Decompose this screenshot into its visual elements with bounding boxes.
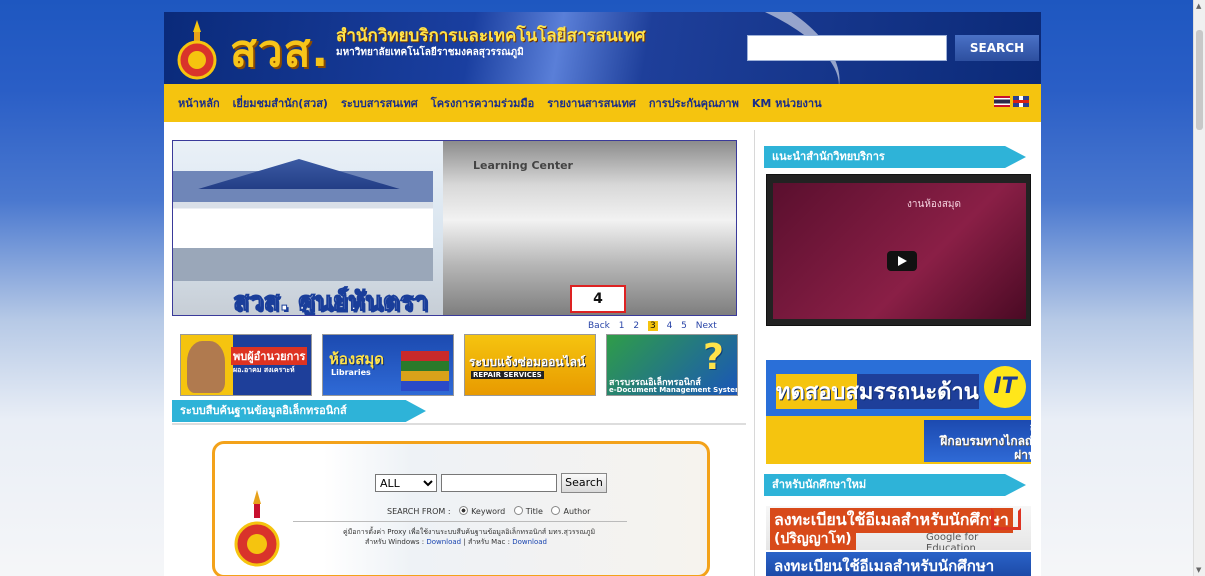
tile-director-title: พบผู้อำนวยการ xyxy=(231,347,308,365)
opac-divider xyxy=(293,521,627,522)
download-separator: | xyxy=(463,538,466,546)
banner-learning-center-label: Learning Center xyxy=(473,159,573,172)
scroll-thumb[interactable] xyxy=(1196,30,1203,130)
main-content: Learning Center สวส. ศูนย์หันตรา 4 Back … xyxy=(164,122,1041,576)
pager-back[interactable]: Back xyxy=(588,321,610,331)
nav-item-quality-assurance[interactable]: การประกันคุณภาพ xyxy=(649,94,739,112)
uk-flag-icon[interactable] xyxy=(1013,96,1029,107)
it-banner-details: ลงทะเบียน ฝึกอบรมทางไกลถ่ายทอดสด ผ่านเคร… xyxy=(924,420,1031,462)
gmail-icon xyxy=(991,508,1021,530)
email-student-title: ลงทะเบียนใช้อีเมลสำหรับนักศึกษา xyxy=(774,557,995,575)
nav-item-visit[interactable]: เยี่ยมชมสำนัก(สวส) xyxy=(233,94,328,112)
banner-pager: Back 1 2 3 4 5 Next xyxy=(588,321,723,331)
nav-item-cooperation[interactable]: โครงการความร่วมมือ xyxy=(431,94,534,112)
pager-page-5[interactable]: 5 xyxy=(681,321,687,331)
tile-director-subtitle: ผอ.อาคม สงเคราะห์ xyxy=(233,366,295,374)
download-mac-link[interactable]: Download xyxy=(512,538,547,546)
university-emblem-icon xyxy=(177,20,217,80)
tile-director[interactable]: พบผู้อำนวยการ ผอ.อาคม สงเคราะห์ xyxy=(180,334,312,396)
video-title: งานห้องสมุด xyxy=(907,199,962,210)
tile-library-subtitle: Libraries xyxy=(331,368,371,377)
site-search-button[interactable]: SEARCH xyxy=(955,35,1039,61)
radio-keyword[interactable] xyxy=(459,506,469,515)
university-emblem-icon xyxy=(234,490,280,567)
play-icon[interactable] xyxy=(887,251,917,271)
nav-item-information-system[interactable]: ระบบสารสนเทศ xyxy=(341,94,418,112)
thai-flag-icon[interactable] xyxy=(994,96,1010,107)
it-badge: IT xyxy=(984,366,1026,408)
books-icon xyxy=(401,351,449,391)
nav-item-km[interactable]: KM หน่วยงาน xyxy=(752,94,822,112)
video-player[interactable]: งานห้องสมุด xyxy=(766,174,1031,326)
banner-slideshow[interactable]: Learning Center สวส. ศูนย์หันตรา 4 xyxy=(172,140,737,316)
pager-page-3[interactable]: 3 xyxy=(647,321,658,331)
section-title-opac: ระบบสืบค้นฐานข้อมูลอิเล็กทรอนิกส์ xyxy=(172,400,426,422)
language-switch xyxy=(994,96,1029,107)
pager-page-2[interactable]: 2 xyxy=(633,321,639,331)
section-title-recommend: แนะนำสำนักวิทยบริการ xyxy=(764,146,1026,168)
opac-scope-select[interactable]: ALL xyxy=(375,474,437,492)
site-header: สวส. สำนักวิทยบริการและเทคโนโลยีสารสนเทศ… xyxy=(164,12,1041,84)
it-test-banner[interactable]: ทดสอบสมรรถนะด้าน IT ลงทะเบียน ฝึกอบรมทาง… xyxy=(766,360,1031,464)
google-education-label: Google for Education xyxy=(926,532,979,550)
radio-author[interactable] xyxy=(551,506,561,515)
main-nav: หน้าหลัก เยี่ยมชมสำนัก(สวส) ระบบสารสนเทศ… xyxy=(164,84,1041,122)
nav-item-home[interactable]: หน้าหลัก xyxy=(178,94,220,112)
radio-keyword-label: Keyword xyxy=(471,507,506,516)
scroll-up-icon[interactable]: ▲ xyxy=(1196,2,1201,10)
scroll-down-icon[interactable]: ▼ xyxy=(1196,566,1201,574)
tile-repair[interactable]: ระบบแจ้งซ่อมออนไลน์ REPAIR SERVICES xyxy=(464,334,596,396)
opac-search-from: SEARCH FROM : Keyword Title Author xyxy=(387,506,590,516)
email-master-banner[interactable]: ลงทะเบียนใช้อีเมลสำหรับนักศึกษา (ปริญญาโ… xyxy=(766,506,1031,550)
it-banner-line1: ลงทะเบียน xyxy=(924,420,1031,434)
pager-next[interactable]: Next xyxy=(696,321,717,331)
director-photo xyxy=(187,341,225,393)
proxy-downloads: สำหรับ Windows : Download | สำหรับ Mac :… xyxy=(365,537,547,548)
radio-title[interactable] xyxy=(513,506,523,515)
logo-abbreviation[interactable]: สวส. xyxy=(230,16,329,84)
tile-e-document-subtitle: e-Document Management System xyxy=(609,386,738,394)
tile-e-document[interactable]: ? สารบรรณอิเล็กทรอนิกส์ e-Document Manag… xyxy=(606,334,738,396)
radio-author-label: Author xyxy=(563,507,591,516)
tile-library[interactable]: ห้องสมุด Libraries xyxy=(322,334,454,396)
question-mark-icon: ? xyxy=(703,337,724,378)
opac-search-panel: ALL Search SEARCH FROM : Keyword Title A… xyxy=(212,441,710,576)
section-divider xyxy=(172,423,746,425)
it-banner-line3: ผ่านเครือข่าย xyxy=(1014,448,1031,462)
opac-query-input[interactable] xyxy=(441,474,557,492)
nav-item-reports[interactable]: รายงานสารสนเทศ xyxy=(547,94,636,112)
email-master-level: (ปริญญาโท) xyxy=(770,528,856,550)
column-divider xyxy=(754,130,755,576)
site-search-input[interactable] xyxy=(747,35,947,61)
radio-title-label: Title xyxy=(525,507,543,516)
banner-caption: สวส. ศูนย์หันตรา xyxy=(232,287,429,316)
banner-callout: 4 xyxy=(570,285,626,313)
windows-label: สำหรับ Windows : xyxy=(365,538,425,546)
email-student-banner[interactable]: ลงทะเบียนใช้อีเมลสำหรับนักศึกษา xyxy=(766,552,1031,576)
mac-label: สำหรับ Mac : xyxy=(467,538,510,546)
it-banner-title: ทดสอบสมรรถนะด้าน xyxy=(776,374,979,409)
download-windows-link[interactable]: Download xyxy=(426,538,461,546)
pager-page-1[interactable]: 1 xyxy=(619,321,625,331)
page-scrollbar[interactable]: ▲ ▼ xyxy=(1193,0,1205,576)
tile-repair-title: ระบบแจ้งซ่อมออนไลน์ xyxy=(469,355,586,369)
pager-page-4[interactable]: 4 xyxy=(667,321,673,331)
it-banner-line2: ฝึกอบรมทางไกลถ่ายทอดสด xyxy=(940,434,1031,448)
site-subtitle: มหาวิทยาลัยเทคโนโลยีราชมงคลสุวรรณภูมิ xyxy=(336,47,524,58)
opac-search-button[interactable]: Search xyxy=(561,473,607,493)
tile-repair-subtitle: REPAIR SERVICES xyxy=(471,371,544,379)
section-title-new-students: สำหรับนักศึกษาใหม่ xyxy=(764,474,1026,496)
search-from-label: SEARCH FROM : xyxy=(387,507,451,516)
